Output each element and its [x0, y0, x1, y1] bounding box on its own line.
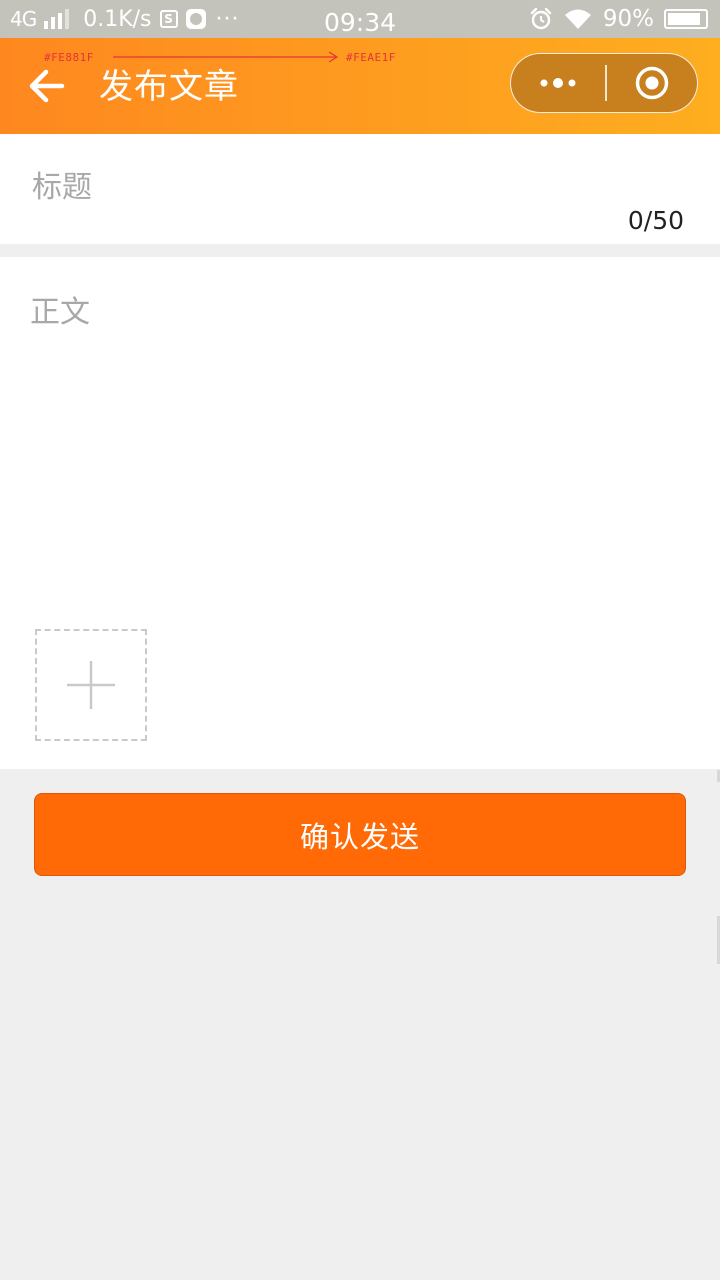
status-left: 4G 0.1K/s S ··· — [10, 0, 240, 38]
battery-level-fill — [668, 13, 701, 25]
more-dots-icon — [540, 78, 576, 88]
miniprogram-capsule — [510, 53, 698, 113]
status-right: 90% — [529, 0, 708, 38]
body-section — [0, 257, 720, 769]
gradient-end-annotation: #FEAE1F — [346, 51, 396, 64]
network-type: 4G — [10, 7, 37, 31]
wifi-icon — [564, 9, 591, 29]
capsule-close-button[interactable] — [607, 54, 698, 112]
alarm-icon — [530, 7, 552, 30]
signal-icon — [44, 9, 70, 29]
nav-bar: 发布文章 #FE881F #FEAE1F — [0, 38, 720, 134]
network-speed: 0.1K/s — [83, 6, 152, 32]
battery-percent: 90% — [602, 6, 654, 32]
status-bar: 4G 0.1K/s S ··· 09:34 90% — [0, 0, 720, 38]
sim-box-icon: S — [159, 10, 178, 28]
back-button[interactable] — [26, 66, 70, 106]
gradient-arrow — [113, 51, 339, 63]
title-char-counter: 0/50 — [627, 206, 684, 235]
confirm-send-button[interactable]: 确认发送 — [34, 793, 686, 876]
plus-icon — [67, 661, 115, 709]
more-notifications: ··· — [215, 6, 240, 32]
arrow-left-icon — [29, 69, 65, 103]
title-input[interactable] — [32, 162, 672, 212]
body-textarea[interactable] — [30, 287, 690, 607]
app-notification-icon — [185, 9, 206, 29]
gradient-start-annotation: #FE881F — [44, 51, 94, 64]
capsule-more-button[interactable] — [511, 54, 605, 112]
battery-icon — [664, 9, 708, 29]
target-circle-icon — [635, 66, 668, 100]
add-image-button[interactable] — [35, 629, 147, 741]
title-section: 0/50 — [0, 134, 720, 244]
